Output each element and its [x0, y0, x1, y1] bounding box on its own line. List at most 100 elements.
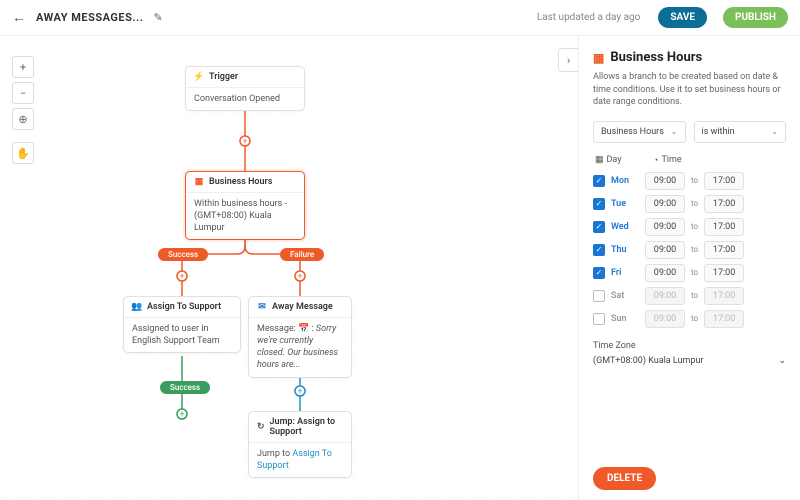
node-title: Away Message [272, 302, 333, 312]
day-label: Wed [611, 222, 639, 232]
day-label: Sun [611, 314, 639, 324]
node-title: Business Hours [209, 177, 272, 187]
main: + − ⊕ ✋ › + + + + + + ⚡ Trigger [0, 36, 800, 500]
svg-text:+: + [298, 272, 303, 281]
node-title: Assign To Support [147, 302, 221, 312]
day-label: Tue [611, 199, 639, 209]
day-checkbox[interactable]: ✓ [593, 267, 605, 279]
zoom-in-button[interactable]: + [12, 56, 34, 78]
workflow-title: AWAY MESSAGES... [36, 11, 143, 24]
day-row: ✓ Thu 09:00 to 17:00 [593, 241, 786, 259]
publish-button[interactable]: PUBLISH [723, 7, 788, 28]
day-row: ✓ Wed 09:00 to 17:00 [593, 218, 786, 236]
node-business-hours[interactable]: ▦ Business Hours Within business hours - … [185, 171, 305, 240]
time-from-input[interactable]: 09:00 [645, 241, 685, 259]
to-label: to [691, 199, 698, 208]
time-to-input[interactable]: 17:00 [704, 218, 744, 236]
mail-icon: ✉ [257, 302, 267, 312]
time-from-input[interactable]: 09:00 [645, 172, 685, 190]
to-label: to [691, 222, 698, 231]
timezone-select[interactable]: (GMT+08:00) Kuala Lumpur⌄ [593, 354, 786, 369]
to-label: to [691, 268, 698, 277]
time-from-input[interactable]: 09:00 [645, 310, 685, 328]
day-label: Fri [611, 268, 639, 278]
branch-pill-failure: Failure [280, 248, 324, 261]
node-assign-support[interactable]: 👥 Assign To Support Assigned to user in E… [123, 296, 241, 353]
header: ← AWAY MESSAGES... ✎ Last updated a day … [0, 0, 800, 36]
to-label: to [691, 176, 698, 185]
day-row: ✓ Mon 09:00 to 17:00 [593, 172, 786, 190]
assign-icon: 👥 [132, 302, 142, 312]
svg-text:+: + [180, 272, 185, 281]
panel-title: ▦ Business Hours [593, 50, 786, 65]
schedule-header: ▦Day ◔Time [593, 155, 786, 166]
time-to-input[interactable]: 17:00 [704, 241, 744, 259]
canvas-tools: + − ⊕ ✋ [12, 56, 34, 168]
time-to-input[interactable]: 17:00 [704, 310, 744, 328]
time-to-input[interactable]: 17:00 [704, 172, 744, 190]
time-to-input[interactable]: 17:00 [704, 264, 744, 282]
day-label: Mon [611, 176, 639, 186]
time-from-input[interactable]: 09:00 [645, 264, 685, 282]
node-trigger[interactable]: ⚡ Trigger Conversation Opened [185, 66, 305, 111]
time-from-input[interactable]: 09:00 [645, 218, 685, 236]
node-jump[interactable]: ↻ Jump: Assign to Support Jump to Assign … [248, 411, 352, 478]
day-row: ✓ Fri 09:00 to 17:00 [593, 264, 786, 282]
chevron-down-icon: ⌄ [771, 127, 778, 136]
to-label: to [691, 314, 698, 323]
save-button[interactable]: SAVE [658, 7, 707, 28]
edit-title-icon[interactable]: ✎ [153, 11, 162, 24]
back-icon[interactable]: ← [12, 9, 26, 26]
day-checkbox[interactable] [593, 313, 605, 325]
pan-button[interactable]: ✋ [12, 142, 34, 164]
chevron-down-icon: ⌄ [778, 356, 786, 366]
day-row: Sat 09:00 to 17:00 [593, 287, 786, 305]
calendar-icon: ▦ [593, 51, 604, 65]
fit-view-button[interactable]: ⊕ [12, 108, 34, 130]
time-from-input[interactable]: 09:00 [645, 287, 685, 305]
node-title: Trigger [209, 72, 238, 82]
collapse-panel-icon[interactable]: › [558, 48, 578, 72]
trigger-icon: ⚡ [194, 72, 204, 82]
time-to-input[interactable]: 17:00 [704, 287, 744, 305]
last-updated: Last updated a day ago [537, 12, 641, 23]
zoom-out-button[interactable]: − [12, 82, 34, 104]
svg-text:+: + [298, 387, 303, 396]
node-body: Assigned to user in English Support Team [124, 317, 240, 352]
node-away-message[interactable]: ✉ Away Message Message: 📅 : Sorry we're c… [248, 296, 352, 378]
node-body: Conversation Opened [186, 87, 304, 110]
to-label: to [691, 245, 698, 254]
svg-text:+: + [243, 137, 248, 146]
calendar-small-icon: ▦ [595, 155, 604, 165]
branch-pill-success: Success [158, 248, 208, 261]
day-row: ✓ Tue 09:00 to 17:00 [593, 195, 786, 213]
time-from-input[interactable]: 09:00 [645, 195, 685, 213]
timezone-label: Time Zone [593, 341, 786, 351]
day-checkbox[interactable]: ✓ [593, 221, 605, 233]
node-body: Within business hours - (GMT+08:00) Kual… [186, 192, 304, 239]
chevron-down-icon: ⌄ [671, 127, 678, 136]
time-to-input[interactable]: 17:00 [704, 195, 744, 213]
day-row: Sun 09:00 to 17:00 [593, 310, 786, 328]
day-label: Thu [611, 245, 639, 255]
node-body: Message: 📅 : Sorry we're currently close… [249, 317, 351, 377]
node-body: Jump to Assign To Support [249, 442, 351, 477]
clock-icon: ◔ [653, 155, 658, 166]
svg-text:+: + [180, 410, 185, 419]
day-checkbox[interactable]: ✓ [593, 244, 605, 256]
calendar-icon: ▦ [194, 177, 204, 187]
sidebar: ▦ Business Hours Allows a branch to be c… [578, 36, 800, 500]
delete-button[interactable]: DELETE [593, 467, 656, 490]
to-label: to [691, 291, 698, 300]
day-label: Sat [611, 291, 639, 301]
day-checkbox[interactable] [593, 290, 605, 302]
day-checkbox[interactable]: ✓ [593, 175, 605, 187]
condition-type-select[interactable]: Business Hours⌄ [593, 121, 686, 143]
days-list: ✓ Mon 09:00 to 17:00 ✓ Tue 09:00 to 17:00 ✓ Wed 09:0… [593, 172, 786, 333]
node-title: Jump: Assign to Support [270, 417, 343, 437]
condition-operator-select[interactable]: is within⌄ [694, 121, 787, 143]
jump-icon: ↻ [257, 422, 265, 432]
branch-pill-success-2: Success [160, 381, 210, 394]
canvas[interactable]: + − ⊕ ✋ › + + + + + + ⚡ Trigger [0, 36, 578, 500]
day-checkbox[interactable]: ✓ [593, 198, 605, 210]
